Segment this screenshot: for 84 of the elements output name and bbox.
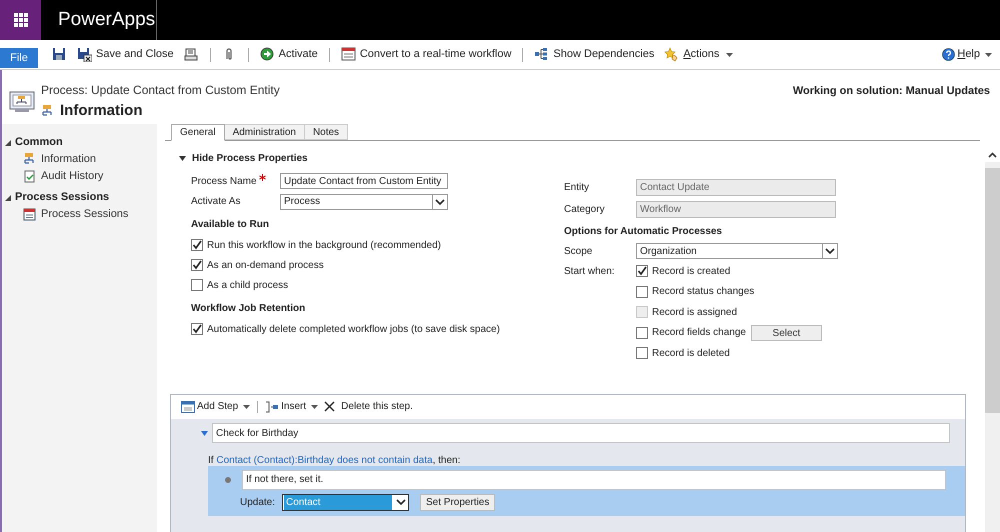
group-heading: Options for Automatic Processes: [564, 225, 723, 239]
caret-icon: [726, 52, 734, 56]
checkbox-label: As a child process: [207, 278, 288, 292]
dropdown[interactable]: Organization: [636, 243, 838, 259]
workflow-icon: [23, 153, 36, 166]
chevron-down-icon: [822, 244, 837, 258]
nav-item[interactable]: Audit History: [5, 168, 157, 185]
caret-icon: [985, 52, 992, 56]
field-label: Entity: [564, 180, 590, 194]
field-label: Activate As: [191, 195, 242, 209]
page-title: Information: [60, 101, 142, 121]
condition-text: If Contact (Contact):Birthday does not contain data, then:: [207, 454, 462, 466]
close-icon: [324, 401, 336, 412]
checkbox-label: Automatically delete completed workflow jobs (to save disk space): [207, 322, 500, 336]
file-tab[interactable]: File: [0, 48, 38, 68]
help-icon: [942, 48, 956, 61]
checkbox-label: As an on-demand process: [207, 258, 324, 272]
nav-group-label: Process Sessions: [15, 190, 110, 206]
set-properties-button[interactable]: Set Properties: [420, 494, 496, 510]
nav-item[interactable]: Process Sessions: [5, 206, 157, 223]
save-close-icon: [77, 47, 92, 62]
command-button[interactable]: Convert to a real-time workflow: [338, 46, 514, 63]
breadcrumb: Process: Update Contact from Custom Entity: [41, 82, 280, 99]
help-menu[interactable]: Help: [942, 40, 992, 69]
checkbox-label: Record status changes: [652, 285, 754, 300]
field-label: Start when:: [564, 264, 616, 279]
checkbox-label: Record is deleted: [652, 346, 730, 361]
toolbar-button[interactable]: Insert: [265, 399, 318, 414]
read-only-field[interactable]: Workflow: [636, 200, 836, 218]
field-label: Scope: [564, 244, 594, 258]
nav-group-label: Common: [15, 135, 63, 150]
select-button[interactable]: Select: [750, 324, 822, 341]
document-check-icon: [23, 170, 36, 183]
field-label: Update:: [240, 496, 276, 510]
app-launcher-icon[interactable]: [14, 13, 28, 27]
insert-icon: [265, 400, 280, 412]
toolbar-button[interactable]: Delete this step.: [324, 399, 413, 414]
checkbox[interactable]: [636, 265, 648, 278]
process-icon: [9, 89, 35, 113]
solution-label: Working on solution: Manual Updates: [792, 84, 990, 99]
play-icon: [260, 47, 275, 62]
toolbar-button[interactable]: Add Step: [181, 399, 250, 414]
tab[interactable]: General: [171, 124, 225, 141]
hierarchy-icon: [534, 47, 550, 62]
checkbox-label: Record is assigned: [652, 306, 738, 320]
form-icon: [181, 400, 195, 412]
command-button[interactable]: Show Dependencies: [532, 46, 656, 63]
checkbox[interactable]: [636, 347, 648, 360]
checkbox-label: Record is created: [652, 264, 730, 279]
workflow-icon: [41, 104, 54, 118]
collapse-icon[interactable]: [201, 430, 208, 436]
checkbox[interactable]: [636, 326, 648, 339]
checkbox[interactable]: [191, 259, 203, 271]
checkbox[interactable]: [191, 239, 203, 251]
command-button[interactable]: Activate: [258, 46, 320, 63]
tab[interactable]: Notes: [304, 124, 348, 140]
field-label: Category: [564, 202, 606, 216]
nav-item[interactable]: Information: [5, 151, 157, 168]
step-description-field[interactable]: Check for Birthday: [212, 423, 950, 443]
actions-menu[interactable]: Actions: [662, 46, 736, 63]
form-icon: [340, 47, 356, 62]
action-description-field[interactable]: If not there, set it.: [242, 470, 946, 490]
field-label: Process Name: [191, 174, 257, 188]
tab[interactable]: Administration: [224, 124, 305, 140]
scrollbar[interactable]: [985, 148, 1000, 532]
checkbox[interactable]: [191, 323, 203, 335]
action-step[interactable]: If not there, set it. Update: Contact Set Properties: [208, 466, 965, 516]
group-heading: Available to Run: [191, 218, 270, 232]
checkbox[interactable]: [636, 286, 648, 298]
bullet-icon: [225, 476, 231, 482]
command-button[interactable]: Save and Close: [75, 46, 176, 63]
group-heading: Workflow Job Retention: [191, 302, 306, 316]
star-hand-icon: [664, 47, 680, 62]
text-field[interactable]: Update Contact from Custom Entity: [280, 173, 448, 189]
chevron-down-icon: [432, 194, 447, 208]
dropdown[interactable]: Process: [280, 194, 448, 210]
checkbox-label: Run this workflow in the background (recommended): [207, 238, 441, 252]
condition-link[interactable]: Contact (Contact):Birthday does not contain data: [216, 454, 433, 466]
app-name: PowerApps: [58, 8, 156, 32]
section-toggle[interactable]: Hide Process Properties: [179, 151, 308, 165]
checkbox-label: Record fields change: [652, 326, 746, 340]
checkbox[interactable]: [191, 279, 203, 291]
read-only-field[interactable]: Contact Update: [636, 178, 836, 196]
form-icon: [23, 208, 36, 221]
